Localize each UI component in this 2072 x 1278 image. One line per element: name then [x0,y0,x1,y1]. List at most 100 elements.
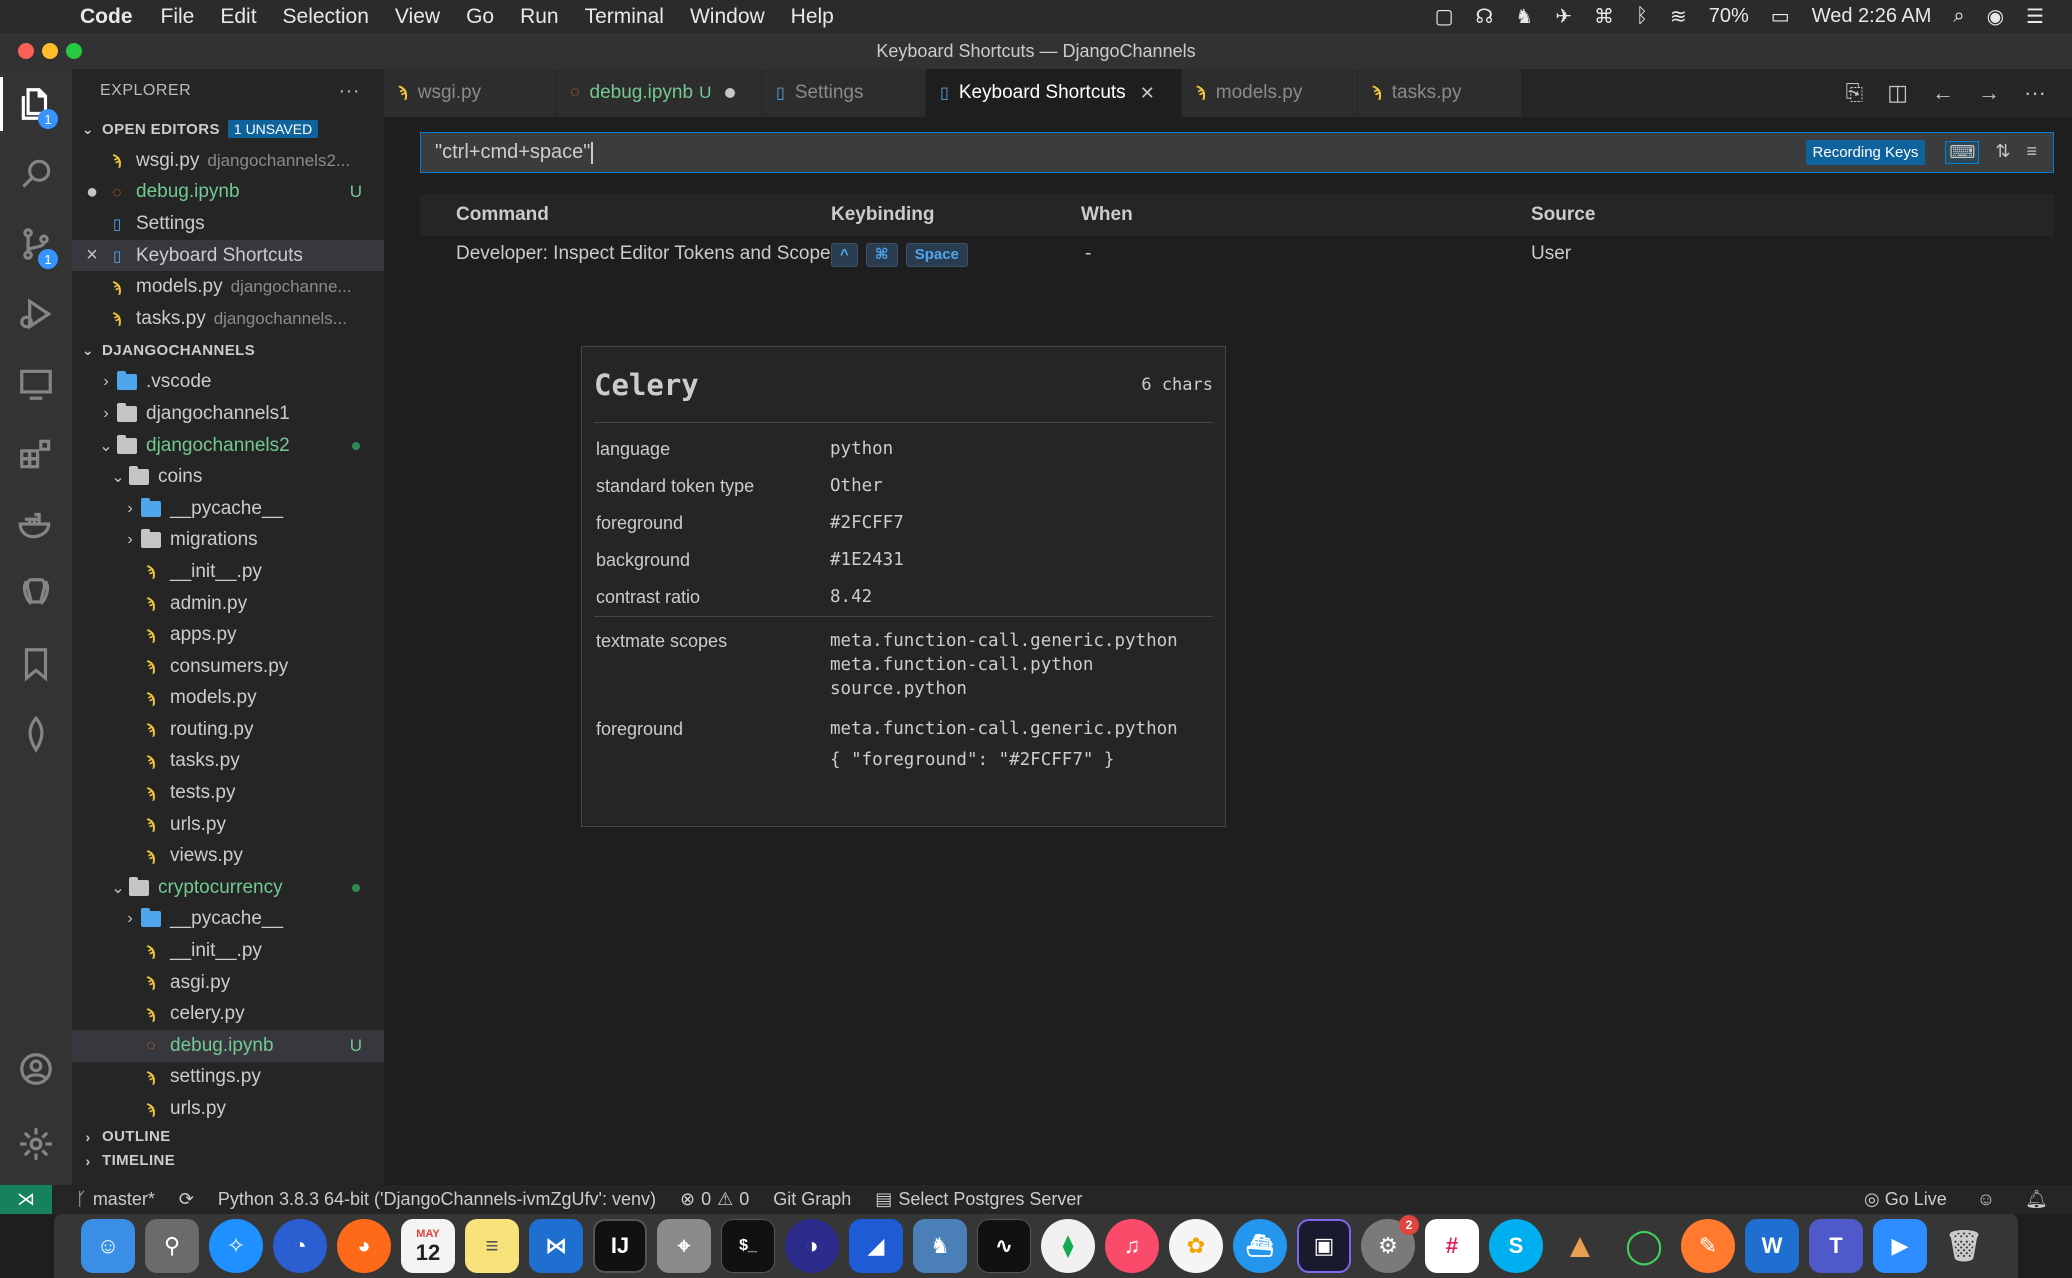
battery-percent[interactable]: 70% [1709,5,1749,28]
clear-search-icon[interactable]: ≡ [2026,141,2037,164]
project-section[interactable]: ⌄ DJANGOCHANNELS [72,335,384,367]
close-tab-icon[interactable]: ✕ [1140,83,1155,104]
notification-center-icon[interactable]: ☰ [2026,4,2044,29]
open-editor-debug[interactable]: ● ◌ debug.ipynb U [72,177,384,209]
sync-icon[interactable]: ⟳ [179,1189,194,1210]
rocket-icon[interactable]: ✈ [1555,4,1572,29]
open-editor-wsgi[interactable]: ϡ wsgi.py djangochannels2... [72,145,384,177]
keybinding-cell[interactable]: ^ ⌘ Space [831,236,976,272]
zoom-window-button[interactable] [66,43,82,59]
notifications-bell-icon[interactable]: 🔔︎ [2025,1189,2048,1210]
tree-item-debug-ipynb[interactable]: ◌ debug.ipynb U [72,1030,384,1062]
tree-item-tests[interactable]: ϡ tests.py [72,777,384,809]
menu-go[interactable]: Go [466,5,494,29]
tab-keyboard-shortcuts[interactable]: ▯ Keyboard Shortcuts ✕ [926,69,1182,117]
git-graph-button[interactable]: Git Graph [773,1189,851,1210]
tree-item-urls-2[interactable]: ϡ urls.py [72,1093,384,1125]
search-icon[interactable] [0,139,72,209]
tree-item-admin[interactable]: ϡ admin.py [72,588,384,620]
tree-item-init[interactable]: ϡ __init__.py [72,556,384,588]
menu-terminal[interactable]: Terminal [585,5,664,29]
trash-icon[interactable]: 🗑︎ [1937,1219,1991,1273]
azure-data-studio-icon[interactable]: ◢ [849,1219,903,1273]
search-value[interactable]: "ctrl+cmd+space" [435,141,590,164]
tree-item-djangochannels2[interactable]: ⌄ djangochannels2 [72,430,384,462]
slack-icon[interactable]: # [1425,1219,1479,1273]
zoom-icon[interactable]: ▶ [1873,1219,1927,1273]
postgres-elephant-icon[interactable]: ♞ [913,1219,967,1273]
sublime-merge-icon[interactable]: ▲ [1553,1219,1607,1273]
notes-icon[interactable]: ≡ [465,1219,519,1273]
more-actions-icon[interactable]: ··· [339,80,360,103]
tree-item-models[interactable]: ϡ models.py [72,683,384,715]
teams-icon[interactable]: T [1809,1219,1863,1273]
tree-item-coins[interactable]: ⌄ coins [72,461,384,493]
git-branch[interactable]: ᚴ master* [76,1189,155,1210]
open-json-icon[interactable]: ⎘ [1846,80,1864,106]
green-ring-icon[interactable]: ◯ [1617,1219,1671,1273]
go-live-button[interactable]: ◎ Go Live [1864,1189,1947,1210]
vscode-icon[interactable]: ⋈ [529,1219,583,1273]
tree-item-init-2[interactable]: ϡ __init__.py [72,935,384,967]
open-editors-section[interactable]: ⌄ OPEN EDITORS 1 UNSAVED [72,113,384,145]
system-preferences-icon[interactable]: ⚙ 2 [1361,1215,1419,1273]
tree-item-urls[interactable]: ϡ urls.py [72,809,384,841]
headphones-icon[interactable]: ☊ [1476,4,1494,29]
tree-item-apps[interactable]: ϡ apps.py [72,619,384,651]
more-actions-icon[interactable]: ··· [2024,80,2046,106]
split-editor-icon[interactable]: ◫ [1887,80,1908,106]
intellij-icon[interactable]: IJ [593,1219,647,1273]
mongodb-leaf-icon[interactable] [0,699,72,769]
launchpad-icon[interactable]: ⚲ [145,1219,199,1273]
minimize-window-button[interactable] [42,43,58,59]
postgres-server-button[interactable]: ▤ Select Postgres Server [875,1189,1082,1210]
eclipse-icon[interactable]: ◑ [785,1219,839,1273]
menu-window[interactable]: Window [690,5,765,29]
manage-gear-icon[interactable] [0,1109,72,1179]
bluetooth-icon[interactable]: ᛒ [1636,5,1648,28]
close-editor-icon[interactable]: × [78,244,106,267]
screenshot-icon[interactable]: ⌖ [657,1219,711,1273]
tab-debug-ipynb[interactable]: ◌ debug.ipynb U [556,69,762,117]
menu-view[interactable]: View [395,5,440,29]
open-editor-settings[interactable]: ▯ Settings [72,208,384,240]
remote-indicator-icon[interactable]: ⋊ [0,1185,52,1214]
clock[interactable]: Wed 2:26 AM [1812,5,1932,28]
firefox-icon[interactable]: ◕ [337,1219,391,1273]
open-editor-tasks[interactable]: ϡ tasks.py djangochannels... [72,303,384,335]
accounts-icon[interactable] [0,1034,72,1104]
explorer-icon[interactable]: 1 [0,69,72,139]
tree-item-consumers[interactable]: ϡ consumers.py [72,651,384,683]
tree-item-pycache[interactable]: › __pycache__ [72,493,384,525]
simulator-icon[interactable]: ▣ [1297,1219,1351,1273]
firefox-developer-icon[interactable]: ◔ [273,1219,327,1273]
word-icon[interactable]: W [1745,1219,1799,1273]
music-icon[interactable]: ♫ [1105,1219,1159,1273]
tree-item-pycache-2[interactable]: › __pycache__ [72,904,384,936]
remote-explorer-icon[interactable] [0,349,72,419]
tree-item-settings[interactable]: ϡ settings.py [72,1062,384,1094]
tree-item-cryptocurrency[interactable]: ⌄ cryptocurrency [72,872,384,904]
postman-icon[interactable]: ✎ [1681,1219,1735,1273]
go-back-icon[interactable]: ← [1932,80,1954,106]
timeline-section[interactable]: › TIMELINE [72,1149,384,1173]
open-editor-keyboard-shortcuts[interactable]: × ▯ Keyboard Shortcuts [72,239,384,272]
tab-settings[interactable]: ▯ Settings [762,69,926,117]
keybindings-search-input[interactable]: "ctrl+cmd+space" Recording Keys ⌨ ⇅ ≡ [420,132,2054,173]
menu-run[interactable]: Run [520,5,559,29]
cmd-icon[interactable]: ⌘ [1594,4,1614,29]
postgres-icon[interactable] [0,559,72,629]
tree-item-migrations[interactable]: › migrations [72,525,384,557]
skype-icon[interactable]: S [1489,1219,1543,1273]
menu-help[interactable]: Help [791,5,834,29]
tree-item-vscode[interactable]: › .vscode [72,367,384,399]
menu-file[interactable]: File [161,5,195,29]
tree-item-asgi[interactable]: ϡ asgi.py [72,967,384,999]
menu-app[interactable]: Code [80,5,133,29]
finder-icon[interactable]: ☺ [81,1219,135,1273]
tree-item-tasks[interactable]: ϡ tasks.py [72,746,384,778]
close-window-button[interactable] [18,43,34,59]
safari-icon[interactable]: ✧ [209,1219,263,1273]
activity-monitor-icon[interactable]: ∿ [977,1219,1031,1273]
tab-models[interactable]: ϡ models.py [1182,69,1358,117]
